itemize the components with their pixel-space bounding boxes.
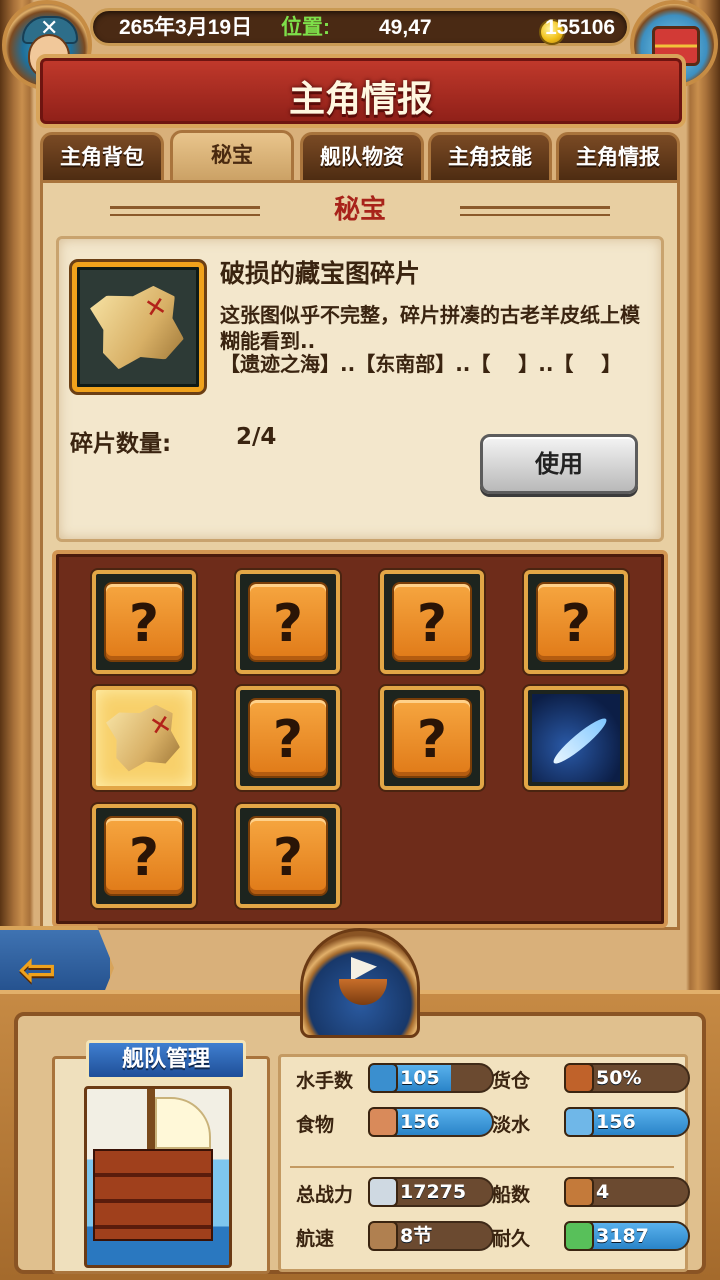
- item-location: 【遗迹之海】..【东南部】..【 】..【 】: [220, 352, 622, 376]
- tab-hero-info[interactable]: 主角情报: [556, 132, 680, 180]
- question-mark-icon: ?: [248, 582, 328, 662]
- repair-icon: [564, 1221, 594, 1251]
- stat-value: 3187: [596, 1225, 649, 1247]
- fragment-count-label: 碎片数量:: [70, 431, 172, 457]
- sailor-icon: [368, 1063, 398, 1093]
- arrow-left-icon: ⇦: [18, 942, 57, 996]
- fragment-count-value: 2/4: [236, 424, 277, 450]
- galleon-ship-icon: [84, 1086, 232, 1268]
- item-icon-frame: ✕: [72, 262, 204, 392]
- page-title: 主角情报: [288, 79, 433, 120]
- stat-label: 总战力: [296, 1184, 354, 1206]
- tab-hero-skills[interactable]: 主角技能: [428, 132, 552, 180]
- tab-hero-bag[interactable]: 主角背包: [40, 132, 164, 180]
- ship-sail: [155, 1097, 211, 1149]
- stat-value: 105: [400, 1067, 440, 1089]
- grid-slot[interactable]: ?: [92, 570, 196, 674]
- crossed-swords-icon: [368, 1177, 398, 1207]
- question-mark-icon: ?: [536, 582, 616, 662]
- section-title: 秘宝: [333, 195, 386, 225]
- grid-slot[interactable]: ?: [524, 570, 628, 674]
- section-header: 秘宝: [40, 184, 680, 236]
- item-description: 这张图似乎不完整，碎片拼凑的古老羊皮纸上模糊能看到..: [220, 303, 640, 353]
- title-banner: 主角情报: [36, 54, 686, 128]
- meat-icon: [368, 1107, 398, 1137]
- stat-value: 156: [596, 1111, 636, 1133]
- stat-value: 50%: [596, 1067, 642, 1089]
- question-mark-icon: ?: [392, 582, 472, 662]
- stat-label: 航速: [296, 1228, 335, 1250]
- question-mark-icon: ?: [104, 816, 184, 896]
- question-mark-icon: ?: [104, 582, 184, 662]
- grid-slot[interactable]: [524, 686, 628, 790]
- stat-label: 淡水: [492, 1114, 531, 1136]
- water-jug-icon: [564, 1107, 594, 1137]
- stat-value: 156: [400, 1111, 440, 1133]
- ship-hull: [93, 1149, 213, 1241]
- ship-helm-icon[interactable]: [300, 928, 420, 1038]
- blue-feather-icon: [532, 694, 620, 782]
- fleet-management-label[interactable]: 舰队管理: [86, 1040, 246, 1080]
- stat-value: 4: [596, 1181, 610, 1203]
- sail-icon: [351, 957, 377, 981]
- grid-slot[interactable]: ?: [236, 570, 340, 674]
- gold-amount: 155106: [545, 16, 616, 39]
- use-button[interactable]: 使用: [480, 434, 638, 494]
- question-mark-icon: ?: [248, 698, 328, 778]
- stat-label: 耐久: [492, 1228, 531, 1250]
- position-value: 49,47: [379, 16, 432, 39]
- stats-divider: [290, 1166, 674, 1168]
- question-mark-icon: ?: [248, 816, 328, 896]
- grid-slot[interactable]: ?: [380, 686, 484, 790]
- stat-label: 食物: [296, 1114, 335, 1136]
- ship-mast: [147, 1089, 155, 1153]
- position-label: 位置:: [281, 16, 330, 39]
- grid-slot[interactable]: ?: [92, 804, 196, 908]
- ornament-right: [460, 206, 610, 216]
- grid-slot[interactable]: ✕: [92, 686, 196, 790]
- stat-value: 8节: [400, 1225, 433, 1247]
- tab-fleet-supplies[interactable]: 舰队物资: [300, 132, 424, 180]
- stat-label: 货仓: [492, 1070, 531, 1092]
- question-mark-icon: ?: [392, 698, 472, 778]
- boat-icon: [564, 1177, 594, 1207]
- treasure-map-fragment-icon: [88, 282, 187, 373]
- stat-value: 17275: [400, 1181, 467, 1203]
- sailboat-icon: [368, 1221, 398, 1251]
- grid-slot[interactable]: ?: [380, 570, 484, 674]
- stat-label: 水手数: [296, 1070, 354, 1092]
- status-bar: 265年3月19日 位置: 49,47 155106: [90, 8, 630, 46]
- stat-label: 船数: [492, 1184, 531, 1206]
- grid-slot[interactable]: ?: [236, 686, 340, 790]
- game-date: 265年3月19日: [119, 16, 253, 39]
- item-name: 破损的藏宝图碎片: [220, 259, 421, 288]
- cargo-crate-icon: [564, 1063, 594, 1093]
- tab-treasure[interactable]: 秘宝: [170, 130, 294, 182]
- boat-hull-icon: [339, 979, 387, 1005]
- ornament-left: [110, 206, 260, 216]
- grid-slot[interactable]: ?: [236, 804, 340, 908]
